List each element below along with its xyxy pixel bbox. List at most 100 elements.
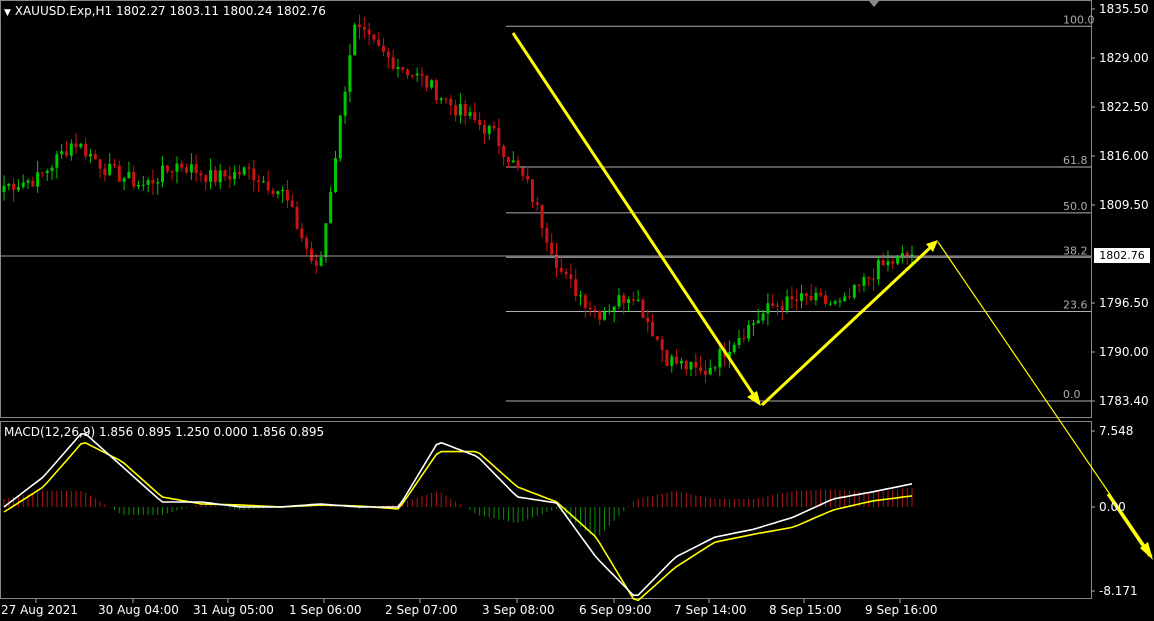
- candle-body: [127, 171, 131, 179]
- candle-body: [857, 284, 861, 286]
- candle-body: [559, 267, 563, 272]
- candle-body: [872, 278, 876, 280]
- current-price-tag: 1802.76: [1094, 248, 1150, 263]
- price-pane-frame: [0, 0, 1092, 418]
- candle-body: [281, 189, 285, 192]
- macd-header: MACD(12,26,9) 1.856 0.895 1.250 0.000 1.…: [4, 425, 325, 439]
- candle-body: [790, 296, 794, 300]
- time-tick-label: 3 Sep 08:00: [482, 603, 554, 617]
- candle-body: [319, 257, 323, 266]
- candle-body: [785, 296, 789, 311]
- candle-body: [257, 180, 261, 182]
- candle-body: [848, 296, 852, 298]
- candle-body: [36, 172, 40, 187]
- macd-main-line: [3, 433, 913, 597]
- candle-body: [372, 34, 376, 40]
- candle-body: [449, 98, 453, 106]
- candle-body: [396, 67, 400, 70]
- candle-body: [266, 181, 270, 191]
- candle-body: [607, 310, 611, 312]
- candle-body: [285, 189, 289, 201]
- fib-level-label: 0.0: [1063, 388, 1081, 401]
- candle-body: [454, 105, 458, 116]
- candle-body: [814, 292, 818, 301]
- candle-body: [771, 303, 775, 306]
- candle-body: [891, 261, 895, 264]
- time-tick-label: 8 Sep 15:00: [769, 603, 841, 617]
- candle-body: [665, 349, 669, 366]
- candle-body: [40, 172, 44, 174]
- candle-body: [261, 181, 265, 183]
- candle-body: [482, 125, 486, 134]
- macd-tick-label: 0.00: [1099, 500, 1126, 514]
- candle-body: [382, 45, 386, 52]
- candle-body: [684, 360, 688, 370]
- candlesticks: [2, 14, 914, 383]
- candle-body: [79, 143, 83, 147]
- candle-body: [233, 172, 237, 180]
- candle-body: [824, 295, 828, 305]
- candle-body: [660, 339, 664, 350]
- time-tick-label: 7 Sep 14:00: [674, 603, 746, 617]
- candle-body: [756, 320, 760, 324]
- fib-level-label: 100.0: [1063, 13, 1095, 26]
- candle-body: [108, 163, 112, 175]
- candle-body: [699, 367, 703, 371]
- candle-body: [276, 191, 280, 195]
- candle-body: [26, 180, 30, 183]
- candle-body: [910, 254, 914, 256]
- candle-body: [896, 255, 900, 264]
- candle-body: [675, 356, 679, 364]
- shift-marker[interactable]: [868, 0, 880, 7]
- candle-body: [526, 175, 530, 180]
- candle-body: [180, 163, 184, 168]
- candle-body: [588, 307, 592, 310]
- candle-body: [314, 260, 318, 266]
- candle-body: [21, 182, 25, 187]
- candle-body: [271, 190, 275, 195]
- macd-signal-line: [3, 442, 913, 602]
- candle-body: [809, 295, 813, 301]
- candle-body: [718, 348, 722, 368]
- candle-body: [415, 73, 419, 76]
- candle-body: [800, 293, 804, 301]
- candle-body: [112, 163, 116, 166]
- candle-body: [468, 112, 472, 116]
- fib-level-label: 38.2: [1063, 244, 1088, 257]
- candle-body: [60, 151, 64, 155]
- collapse-triangle-icon[interactable]: ▼: [4, 8, 11, 18]
- candle-body: [406, 69, 410, 76]
- candle-body: [2, 185, 6, 192]
- candle-body: [324, 223, 328, 258]
- candle-body: [463, 104, 467, 116]
- candle-body: [775, 305, 779, 307]
- candle-body: [199, 173, 203, 176]
- candle-body: [391, 57, 395, 70]
- price-tick-label: 1835.50: [1099, 2, 1149, 16]
- candle-body: [646, 318, 650, 323]
- candle-body: [737, 338, 741, 345]
- candle-body: [31, 180, 35, 187]
- price-tick-label: 1796.50: [1099, 296, 1149, 310]
- candle-body: [833, 301, 837, 304]
- time-tick-label: 9 Sep 16:00: [865, 603, 937, 617]
- price-tick-label: 1822.50: [1099, 100, 1149, 114]
- candle-body: [141, 184, 145, 186]
- candle-body: [795, 299, 799, 301]
- candle-body: [900, 252, 904, 256]
- candle-body: [300, 228, 304, 239]
- price-tick-label: 1816.00: [1099, 149, 1149, 163]
- candle-body: [425, 75, 429, 88]
- candle-body: [295, 206, 299, 229]
- candle-body: [146, 180, 150, 185]
- candle-body: [655, 336, 659, 340]
- candle-body: [641, 299, 645, 319]
- candle-body: [45, 170, 49, 174]
- candle-body: [252, 168, 256, 181]
- candle-body: [545, 228, 549, 243]
- time-tick-label: 31 Aug 05:00: [193, 603, 274, 617]
- candle-body: [358, 24, 362, 28]
- candle-body: [228, 176, 232, 180]
- candle-body: [367, 29, 371, 35]
- candle-body: [132, 171, 136, 187]
